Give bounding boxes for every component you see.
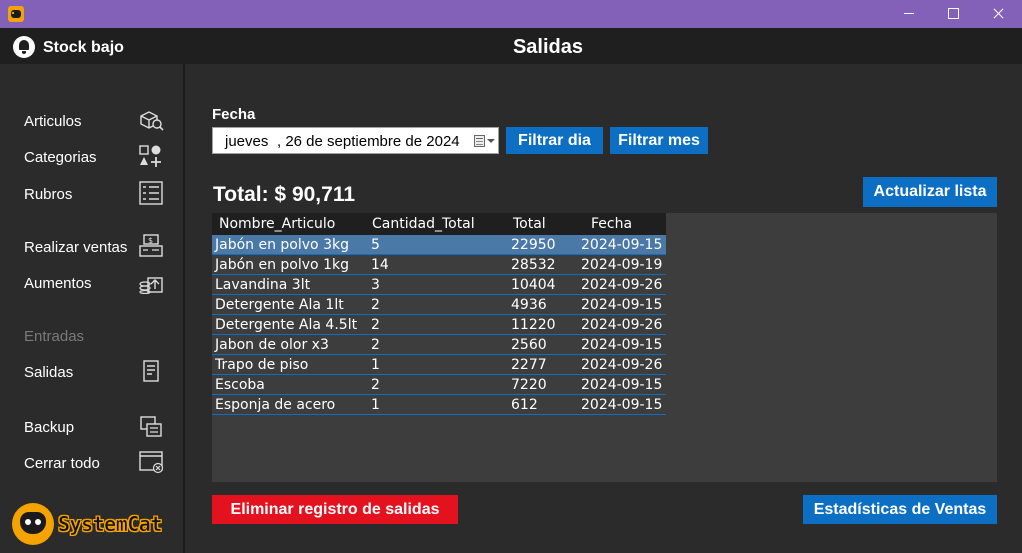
table-cell: Lavandina 3lt: [215, 277, 311, 293]
table-cell: 3: [371, 277, 380, 293]
cash-register-icon[interactable]: $: [138, 234, 164, 258]
receipt-icon[interactable]: [138, 359, 164, 383]
table-cell: 2024-09-15: [581, 297, 663, 313]
table-row[interactable]: Detergente Ala 1lt 2 4936 2024-09-15: [212, 295, 666, 315]
table-header: Nombre_Articulo Cantidad_Total Total Fec…: [212, 213, 666, 235]
articles-icon[interactable]: [138, 108, 164, 132]
filtrar-dia-button[interactable]: Filtrar dia: [506, 127, 603, 154]
table-cell: 22950: [511, 237, 556, 253]
header-cantidad-total[interactable]: Cantidad_Total: [372, 216, 475, 232]
table-cell: 2024-09-19: [581, 257, 663, 273]
header-fecha[interactable]: Fecha: [591, 216, 632, 232]
table-row[interactable]: Escoba 2 7220 2024-09-15: [212, 375, 666, 395]
window-titlebar: [0, 0, 1022, 28]
table-cell: Jabón en polvo 3kg: [215, 237, 349, 253]
sidebar-item-salidas[interactable]: Salidas: [24, 364, 73, 381]
table-row[interactable]: Lavandina 3lt 3 10404 2024-09-26: [212, 275, 666, 295]
estadisticas-ventas-button[interactable]: Estadísticas de Ventas: [803, 495, 997, 524]
sidebar-item-backup[interactable]: Backup: [24, 419, 74, 436]
table-cell: Detergente Ala 1lt: [215, 297, 344, 313]
rubros-icon[interactable]: [138, 181, 164, 205]
header-total[interactable]: Total: [513, 216, 546, 232]
app-cat-icon: [8, 6, 24, 22]
eliminar-registro-button[interactable]: Eliminar registro de salidas: [212, 495, 458, 524]
header-nombre-articulo[interactable]: Nombre_Articulo: [219, 216, 335, 232]
table-cell: 11220: [511, 317, 556, 333]
table-cell: 2277: [511, 357, 547, 373]
table-cell: 2: [371, 377, 380, 393]
table-cell: 2: [371, 337, 380, 353]
table-cell: 2024-09-15: [581, 377, 663, 393]
price-increase-icon[interactable]: [138, 270, 164, 294]
close-window-icon[interactable]: [138, 450, 164, 474]
sidebar-item-articulos[interactable]: Articulos: [24, 113, 82, 130]
table-cell: 2560: [511, 337, 547, 353]
chevron-down-icon[interactable]: [487, 139, 495, 143]
maximize-button[interactable]: [930, 0, 976, 28]
sidebar-item-aumentos[interactable]: Aumentos: [24, 275, 92, 292]
fecha-label: Fecha: [212, 106, 256, 123]
table-row[interactable]: Jabón en polvo 1kg 14 28532 2024-09-19: [212, 255, 666, 275]
backup-icon[interactable]: [138, 414, 164, 438]
table-cell: 2024-09-26: [581, 357, 663, 373]
table-cell: Esponja de acero: [215, 397, 336, 413]
cat-logo-icon: [12, 503, 54, 545]
date-picker[interactable]: jueves , 26 de septiembre de 2024: [212, 127, 499, 154]
table-cell: 2024-09-26: [581, 277, 663, 293]
date-rest-text: , 26 de septiembre de 2024: [277, 133, 460, 150]
categories-icon[interactable]: [138, 144, 164, 168]
table-cell: 2024-09-15: [581, 337, 663, 353]
minimize-button[interactable]: [886, 0, 932, 28]
table-cell: 10404: [511, 277, 556, 293]
table-cell: Trapo de piso: [215, 357, 309, 373]
sidebar-item-entradas[interactable]: Entradas: [24, 328, 84, 345]
sidebar-item-realizar-ventas[interactable]: Realizar ventas: [24, 239, 127, 256]
table-row[interactable]: Jabón en polvo 3kg 5 22950 2024-09-15: [212, 235, 666, 255]
table-cell: 2: [371, 297, 380, 313]
total-label: Total: $ 90,711: [213, 183, 356, 206]
table-row[interactable]: Esponja de acero 1 612 2024-09-15: [212, 395, 666, 415]
close-window-button[interactable]: [976, 0, 1022, 28]
table-row[interactable]: Jabon de olor x3 2 2560 2024-09-15: [212, 335, 666, 355]
table-cell: Jabón en polvo 1kg: [215, 257, 349, 273]
table-cell: 2024-09-15: [581, 397, 663, 413]
table-row[interactable]: Detergente Ala 4.5lt 2 11220 2024-09-26: [212, 315, 666, 335]
page-title: Salidas: [512, 36, 584, 58]
salidas-table: Nombre_Articulo Cantidad_Total Total Fec…: [212, 213, 666, 415]
table-cell: 5: [371, 237, 380, 253]
date-day-text: jueves: [225, 133, 269, 150]
table-cell: 612: [511, 397, 538, 413]
sidebar-item-cerrar-todo[interactable]: Cerrar todo: [24, 455, 100, 472]
filtrar-mes-button[interactable]: Filtrar mes: [610, 127, 708, 154]
table-row[interactable]: Trapo de piso 1 2277 2024-09-26: [212, 355, 666, 375]
table-cell: 28532: [511, 257, 556, 273]
table-cell: Escoba: [215, 377, 265, 393]
table-cell: 1: [371, 397, 380, 413]
table-cell: 4936: [511, 297, 547, 313]
table-cell: 1: [371, 357, 380, 373]
svg-text:$: $: [148, 236, 153, 245]
sidebar: Articulos Categorias Rubros Realizar ven…: [0, 64, 185, 553]
table-cell: 14: [371, 257, 389, 273]
table-cell: 2024-09-26: [581, 317, 663, 333]
table-cell: 2: [371, 317, 380, 333]
calendar-icon[interactable]: [474, 135, 485, 147]
table-cell: Detergente Ala 4.5lt: [215, 317, 358, 333]
systemcat-logo: SystemCat: [12, 500, 177, 546]
sidebar-item-categorias[interactable]: Categorias: [24, 149, 97, 166]
actualizar-lista-button[interactable]: Actualizar lista: [863, 177, 997, 207]
app-header: Stock bajo Salidas: [0, 28, 1022, 64]
logo-text: SystemCat: [58, 512, 163, 537]
table-body: Jabón en polvo 3kg 5 22950 2024-09-15 Jabón …: [212, 235, 666, 415]
table-cell: Jabon de olor x3: [215, 337, 329, 353]
sidebar-item-rubros[interactable]: Rubros: [24, 186, 72, 203]
table-cell: 2024-09-15: [581, 237, 663, 253]
table-cell: 7220: [511, 377, 547, 393]
salidas-table-area[interactable]: Nombre_Articulo Cantidad_Total Total Fec…: [212, 213, 997, 482]
